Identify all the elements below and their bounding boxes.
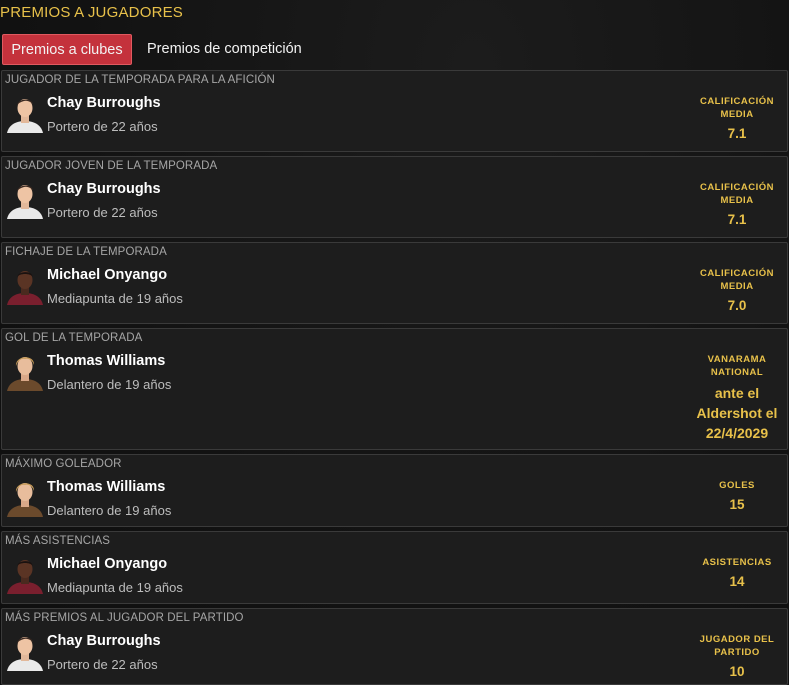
award-card-signing-of-season[interactable]: FICHAJE DE LA TEMPORADA Michael Onyango … [1,242,788,324]
player-description: Portero de 22 años [47,205,158,220]
stat-value: 7.0 [727,298,747,313]
player-name-link[interactable]: Thomas Williams [47,353,165,369]
player-description: Mediapunta de 19 años [47,291,183,306]
award-tabs: Premios a clubes Premios de competición [0,34,311,65]
player-photo-icon [5,93,45,133]
stat-value: 7.1 [727,212,747,227]
award-stat: JUGADOR DEL PARTIDO 10 [687,633,787,682]
stat-label: CALIFICACIÓN MEDIA [699,96,775,120]
award-card-most-assists[interactable]: MÁS ASISTENCIAS Michael Onyango Mediapun… [1,531,788,604]
player-awards-page: PREMIOS A JUGADORES Premios a clubes Pre… [0,0,789,685]
player-description: Delantero de 19 años [47,503,172,518]
player-description: Portero de 22 años [47,119,158,134]
player-name-link[interactable]: Thomas Williams [47,479,165,495]
stat-value: ante el Aldershot el 22/4/2029 [696,385,778,441]
player-name-link[interactable]: Chay Burroughs [47,95,161,111]
award-stat: VANARAMA NATIONAL ante el Aldershot el 2… [687,353,787,443]
player-name-link[interactable]: Michael Onyango [47,556,167,572]
award-stat: ASISTENCIAS 14 [687,556,787,592]
stat-label: VANARAMA NATIONAL [707,354,767,378]
player-photo-icon [5,554,45,594]
stat-label: CALIFICACIÓN MEDIA [699,268,775,292]
player-photo-icon [5,265,45,305]
award-card-fan-player-of-season[interactable]: JUGADOR DE LA TEMPORADA PARA LA AFICIÓN … [1,70,788,152]
page-title: PREMIOS A JUGADORES [0,4,184,21]
award-stat: GOLES 15 [687,479,787,515]
player-photo-icon [5,631,45,671]
award-category: MÁXIMO GOLEADOR [5,458,122,470]
award-stat: CALIFICACIÓN MEDIA 7.1 [687,181,787,230]
player-name-link[interactable]: Chay Burroughs [47,633,161,649]
stat-label: JUGADOR DEL PARTIDO [699,634,775,658]
award-category: JUGADOR DE LA TEMPORADA PARA LA AFICIÓN [5,74,275,86]
award-category: GOL DE LA TEMPORADA [5,332,143,344]
award-card-top-scorer[interactable]: MÁXIMO GOLEADOR Thomas Williams Delanter… [1,454,788,527]
player-photo-icon [5,179,45,219]
stat-value: 15 [729,497,745,512]
award-category: FICHAJE DE LA TEMPORADA [5,246,167,258]
stat-value: 7.1 [727,126,747,141]
award-card-young-player-of-season[interactable]: JUGADOR JOVEN DE LA TEMPORADA Chay Burro… [1,156,788,238]
player-name-link[interactable]: Chay Burroughs [47,181,161,197]
player-name-link[interactable]: Michael Onyango [47,267,167,283]
award-card-most-player-of-match[interactable]: MÁS PREMIOS AL JUGADOR DEL PARTIDO Chay … [1,608,788,685]
award-card-goal-of-season[interactable]: GOL DE LA TEMPORADA Thomas Williams Dela… [1,328,788,450]
tab-club-awards[interactable]: Premios a clubes [2,34,132,65]
player-description: Delantero de 19 años [47,377,172,392]
tab-competition-awards[interactable]: Premios de competición [138,34,311,65]
stat-value: 14 [729,574,745,589]
player-photo-icon [5,351,45,391]
stat-label: CALIFICACIÓN MEDIA [699,182,775,206]
award-category: JUGADOR JOVEN DE LA TEMPORADA [5,160,218,172]
stat-value: 10 [729,664,745,679]
stat-label: ASISTENCIAS [702,557,772,568]
player-description: Portero de 22 años [47,657,158,672]
stat-label: GOLES [719,480,755,491]
player-photo-icon [5,477,45,517]
award-stat: CALIFICACIÓN MEDIA 7.1 [687,95,787,144]
award-stat: CALIFICACIÓN MEDIA 7.0 [687,267,787,316]
award-category: MÁS ASISTENCIAS [5,535,111,547]
award-category: MÁS PREMIOS AL JUGADOR DEL PARTIDO [5,612,244,624]
player-description: Mediapunta de 19 años [47,580,183,595]
